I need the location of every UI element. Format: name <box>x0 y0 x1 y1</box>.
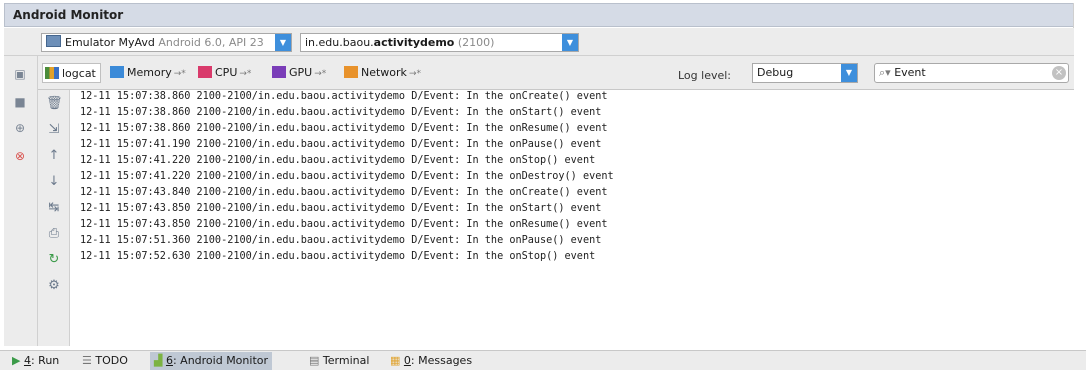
up-arrow-icon[interactable]: ↑ <box>46 148 62 164</box>
restart-icon[interactable]: ↻ <box>46 252 62 268</box>
panel-title: Android Monitor <box>4 3 1074 27</box>
tab-cpu[interactable]: CPU →* <box>196 63 255 83</box>
scroll-to-end-icon[interactable]: ⇲ <box>46 122 62 138</box>
process-pid: (2100) <box>457 36 495 49</box>
search-value: Event <box>894 66 926 79</box>
screen-capture-icon[interactable]: ▣ <box>12 66 28 82</box>
monitor-key: 6 <box>165 354 173 367</box>
log-line: 12-11 15:07:38.860 2100-2100/in.edu.baou… <box>80 123 608 134</box>
log-line: 12-11 15:07:43.850 2100-2100/in.edu.baou… <box>80 219 608 230</box>
run-tab[interactable]: ▶ 4: Run <box>8 352 63 370</box>
settings-gear-icon[interactable]: ⚙ <box>46 278 62 294</box>
terminal-label: Terminal <box>322 354 370 367</box>
messages-label: : Messages <box>410 354 473 367</box>
print-icon[interactable]: ⎙ <box>46 226 62 242</box>
soft-wrap-icon[interactable]: ↹ <box>46 200 62 216</box>
system-info-icon[interactable]: ⊕ <box>12 120 28 136</box>
run-label: : Run <box>30 354 60 367</box>
log-line: 12-11 15:07:38.860 2100-2100/in.edu.baou… <box>80 107 602 118</box>
down-arrow-icon[interactable]: ↓ <box>46 174 62 190</box>
logcat-output[interactable]: 12-11 15:07:38.860 2100-2100/in.edu.baou… <box>70 90 1074 346</box>
tab-gpu[interactable]: GPU →* <box>270 63 330 83</box>
logcat-icon <box>45 67 59 79</box>
device-detail: Android 6.0, API 23 <box>158 36 264 49</box>
gpu-icon <box>272 66 286 78</box>
log-level-value: Debug <box>757 66 794 79</box>
log-line: 12-11 15:07:52.630 2100-2100/in.edu.baou… <box>80 251 596 262</box>
monitor-tab-row: logcat Memory →* CPU →* GPU →* Network →* Lo… <box>38 56 1074 90</box>
terminal-icon: ▤ <box>309 354 320 367</box>
android-monitor-tab[interactable]: ▟ 6: Android Monitor <box>150 352 273 370</box>
messages-tab[interactable]: ▦ 0: Messages <box>386 352 476 370</box>
log-level-label: Log level: <box>678 69 732 82</box>
log-line: 12-11 15:07:43.850 2100-2100/in.edu.baou… <box>80 203 602 214</box>
chevron-down-icon[interactable]: ▼ <box>275 34 291 51</box>
android-icon: ▟ <box>154 354 163 367</box>
run-key: 4 <box>23 354 31 367</box>
messages-icon: ▦ <box>390 354 401 367</box>
logcat-toolbar: 🗑 ⇲ ↑ ↓ ↹ ⎙ ↻ ⚙ <box>38 90 70 346</box>
process-name-prefix: in.edu.baou. <box>305 36 374 49</box>
logcat-search-input[interactable]: ⌕▾ Event × <box>874 63 1069 83</box>
tool-window-bar: ▶ 4: Run ☰ TODO ▟ 6: Android Monitor ▤ T… <box>0 350 1086 370</box>
tab-network-arrow: →* <box>408 69 421 79</box>
tab-memory-label: Memory <box>127 66 172 79</box>
tab-memory[interactable]: Memory →* <box>108 63 190 83</box>
todo-tab[interactable]: ☰ TODO <box>78 352 132 370</box>
device-process-bar: Emulator MyAvd Android 6.0, API 23 ▼ in.… <box>4 28 1074 56</box>
memory-icon <box>110 66 124 78</box>
messages-key: 0 <box>403 354 411 367</box>
play-icon: ▶ <box>12 354 21 367</box>
tab-logcat-label: logcat <box>62 67 96 80</box>
tab-network-label: Network <box>361 66 407 79</box>
log-line: 12-11 15:07:41.220 2100-2100/in.edu.baou… <box>80 155 596 166</box>
log-line: 12-11 15:07:51.360 2100-2100/in.edu.baou… <box>80 235 602 246</box>
log-line: 12-11 15:07:43.840 2100-2100/in.edu.baou… <box>80 187 608 198</box>
device-selector[interactable]: Emulator MyAvd Android 6.0, API 23 ▼ <box>41 33 292 52</box>
terminate-app-icon[interactable]: ⊗ <box>12 148 28 164</box>
todo-icon: ☰ <box>82 354 92 367</box>
clear-search-icon[interactable]: × <box>1052 66 1066 80</box>
log-line: 12-11 15:07:41.220 2100-2100/in.edu.baou… <box>80 171 614 182</box>
device-name: Emulator MyAvd <box>65 36 155 49</box>
search-icon: ⌕▾ <box>879 66 891 79</box>
log-line: 12-11 15:07:41.190 2100-2100/in.edu.baou… <box>80 139 602 150</box>
cpu-icon <box>198 66 212 78</box>
tab-gpu-arrow: →* <box>314 69 327 79</box>
tab-gpu-label: GPU <box>289 66 313 79</box>
tab-cpu-label: CPU <box>215 66 238 79</box>
terminal-tab[interactable]: ▤ Terminal <box>305 352 373 370</box>
tab-cpu-arrow: →* <box>239 69 252 79</box>
log-level-select[interactable]: Debug ▼ <box>752 63 858 83</box>
emulator-icon <box>46 35 61 47</box>
tab-logcat[interactable]: logcat <box>42 63 101 83</box>
left-icon-strip: ▣ ■ ⊕ ⊗ <box>4 56 38 346</box>
network-icon <box>344 66 358 78</box>
process-name-bold: activitydemo <box>373 36 455 49</box>
chevron-down-icon[interactable]: ▼ <box>841 64 857 82</box>
log-line: 12-11 15:07:38.860 2100-2100/in.edu.baou… <box>80 91 608 102</box>
process-selector[interactable]: in.edu.baou.activitydemo (2100) ▼ <box>300 33 579 52</box>
clear-log-icon[interactable]: 🗑 <box>46 96 63 112</box>
chevron-down-icon[interactable]: ▼ <box>562 34 578 51</box>
monitor-label: : Android Monitor <box>172 354 269 367</box>
todo-label: TODO <box>95 354 128 367</box>
screen-record-icon[interactable]: ■ <box>12 94 28 110</box>
tab-network[interactable]: Network →* <box>342 63 425 83</box>
tab-memory-arrow: →* <box>173 69 186 79</box>
